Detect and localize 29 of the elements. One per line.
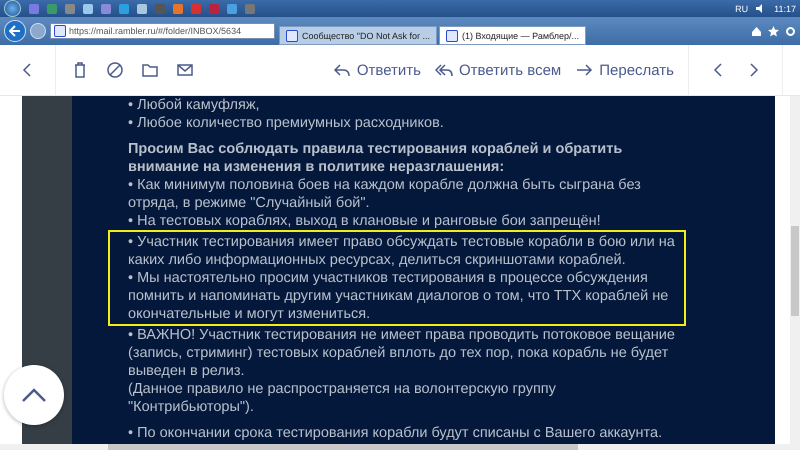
horizontal-scrollbar[interactable] xyxy=(0,444,800,450)
browser-tab[interactable]: Сообщество "DO Not Ask for ... xyxy=(279,26,437,45)
message-heading: Просим Вас соблюдать правила тестирования кораблей и обратить внимание на изменения в политике неразглашения: xyxy=(128,140,624,176)
message-paragraph: • По окончании срока тестирования корабли будут списаны с Вашего аккаунта. xyxy=(128,424,664,442)
settings-icon[interactable] xyxy=(785,26,796,36)
clock[interactable]: 11:17 xyxy=(774,4,796,14)
message-paragraph: • На тестовых кораблях, выход в клановые и ранговые бои запрещён! xyxy=(128,212,602,230)
message-paragraph: • Любой камуфляж, xyxy=(128,96,261,114)
language-indicator[interactable]: RU xyxy=(735,4,748,14)
message-paragraph: • Мы настоятельно просим участников тестирования в процессе обсуждения помнить и напоминать другим участникам диалогов о том, что ТТХ кораблей не окончательные и могут измениться. xyxy=(128,269,670,323)
toolbar-action[interactable]: Ответить xyxy=(332,61,421,79)
arrow-left-icon xyxy=(9,25,21,37)
message-paragraph: • Как минимум половина боев на каждом корабле должна быть сыграна без отряда, в режиме "Случайный бой". xyxy=(128,176,642,212)
message-paragraph: • ВАЖНО! Участник тестирования не имеет права проводить потоковое вещание (запись, стриминг) тестовых кораблей вплоть до тех пор, пока корабль не будет выведен в релиз. xyxy=(128,326,676,380)
message-paragraph: • Любое количество премиумных расходников. xyxy=(128,114,445,132)
chevron-up-icon xyxy=(21,387,47,403)
toolbar-action[interactable]: Ответить всем xyxy=(434,61,562,79)
message-paragraph: (Данное правило не распространяется на волонтерскую группу "Контрибьюторы"). xyxy=(128,380,557,416)
toolbar-action[interactable]: Переслать xyxy=(575,61,674,79)
start-button[interactable] xyxy=(4,0,21,17)
message-paragraph: • Участник тестирования имеет право обсуждать тестовые корабли в бою или на каких либо информационных ресурсах, делиться скриншотами кораблей. xyxy=(128,233,676,269)
home-icon[interactable] xyxy=(751,26,762,36)
star-icon[interactable] xyxy=(768,26,779,36)
back-button[interactable] xyxy=(4,20,26,42)
vertical-scrollbar[interactable] xyxy=(790,96,800,445)
block-icon[interactable] xyxy=(106,61,124,79)
browser-tab[interactable]: (1) Входящие — Рамблер/... xyxy=(439,26,586,45)
address-bar[interactable]: https://mail.rambler.ru/#/folder/INBOX/5634 xyxy=(50,23,275,39)
forward-button[interactable] xyxy=(30,23,46,39)
